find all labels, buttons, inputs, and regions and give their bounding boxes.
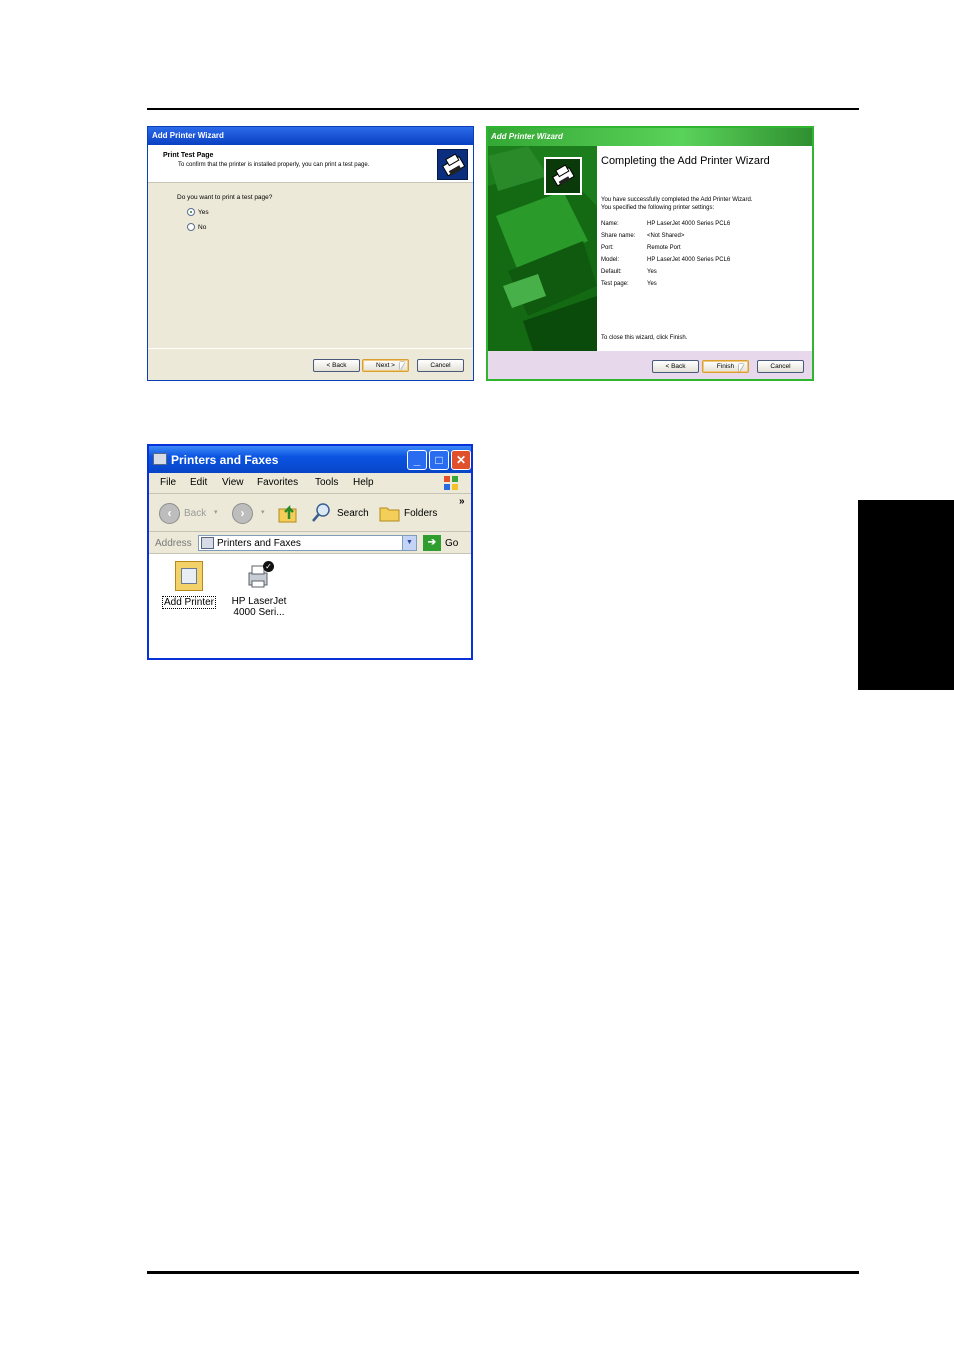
radio-no[interactable]: No: [187, 223, 206, 231]
mouse-cursor-icon: [400, 362, 405, 370]
cancel-button[interactable]: Cancel: [417, 359, 464, 372]
setting-label: Share name:: [601, 233, 636, 239]
hp-laserjet-label-line1: HP LaserJet: [231, 596, 287, 607]
close-note: To close this wizard, click Finish.: [601, 335, 688, 341]
default-check-icon: ✓: [263, 561, 274, 572]
top-rule: [147, 108, 859, 110]
printer-icon: [153, 453, 167, 465]
address-label: Address: [155, 538, 192, 549]
add-printer-wizard-complete: Add Printer Wizard Completing the Add Pr…: [486, 126, 814, 381]
address-bar: Address Printers and Faxes ▼ ➔ Go: [149, 532, 471, 554]
menu-favorites[interactable]: Favorites: [257, 477, 298, 488]
menu-bar: File Edit View Favorites Tools Help: [149, 473, 471, 494]
completion-heading: Completing the Add Printer Wizard: [601, 155, 770, 167]
file-view[interactable]: Add Printer ✓ HP LaserJet 4000 Seri...: [149, 555, 471, 658]
back-button[interactable]: < Back: [652, 360, 699, 373]
hp-laserjet-item[interactable]: ✓ HP LaserJet 4000 Seri...: [227, 561, 291, 618]
setting-label: Default:: [601, 269, 622, 275]
mouse-cursor-icon: [739, 364, 744, 372]
menu-tools[interactable]: Tools: [315, 477, 338, 488]
test-page-question: Do you want to print a test page?: [177, 194, 273, 201]
add-printer-icon: [175, 561, 203, 591]
setting-value: HP LaserJet 4000 Series PCL6: [647, 221, 731, 227]
folders-button-label[interactable]: Folders: [404, 508, 437, 519]
setting-value: Yes: [647, 281, 657, 287]
chevron-down-icon[interactable]: ▼: [402, 536, 416, 550]
bottom-rule: [147, 1271, 859, 1274]
button-divider: [148, 348, 473, 349]
setting-label: Name:: [601, 221, 619, 227]
setting-value: Yes: [647, 269, 657, 275]
intro-line-2: You specified the following printer sett…: [601, 205, 715, 211]
address-input[interactable]: Printers and Faxes ▼: [198, 535, 417, 551]
setting-value: Remote Port: [647, 245, 681, 251]
add-printer-item[interactable]: Add Printer: [160, 561, 218, 609]
up-folder-icon[interactable]: [277, 502, 299, 524]
back-button[interactable]: < Back: [313, 359, 360, 372]
forward-arrow-icon[interactable]: ›: [232, 503, 253, 524]
wizard-side-graphic: [488, 146, 597, 351]
radio-yes-indicator[interactable]: [187, 208, 195, 216]
intro-line-1: You have successfully completed the Add …: [601, 197, 753, 203]
radio-yes-label: Yes: [198, 208, 209, 216]
window-title[interactable]: Add Printer Wizard: [148, 127, 473, 145]
wizard-header: Print Test Page To confirm that the prin…: [148, 145, 473, 183]
go-button-label[interactable]: Go: [445, 538, 458, 549]
window-titlebar[interactable]: Printers and Faxes _ □ ✕: [149, 446, 471, 473]
radio-yes[interactable]: Yes: [187, 208, 209, 216]
wizard-content: Completing the Add Printer Wizard You ha…: [597, 146, 812, 351]
hp-laserjet-label-line2: 4000 Seri...: [233, 607, 285, 618]
maximize-icon[interactable]: □: [429, 450, 449, 470]
toolbar-overflow-chevron[interactable]: »: [459, 496, 465, 507]
radio-no-label: No: [198, 223, 207, 231]
standard-toolbar: ‹ Back ▾ › ▾ Search Folders »: [149, 494, 471, 532]
folders-icon[interactable]: [379, 503, 401, 523]
search-icon[interactable]: [310, 502, 332, 524]
minimize-icon[interactable]: _: [407, 450, 427, 470]
setting-value: HP LaserJet 4000 Series PCL6: [647, 257, 731, 263]
printer-icon: [201, 537, 214, 549]
forward-dropdown-icon[interactable]: ▾: [261, 508, 265, 516]
setting-value: <Not Shared>: [647, 233, 685, 239]
printer-icon: ✓: [244, 561, 274, 591]
setting-label: Port:: [601, 245, 614, 251]
back-button-label[interactable]: Back: [184, 508, 206, 519]
address-value: Printers and Faxes: [217, 538, 301, 549]
go-arrow-icon[interactable]: ➔: [423, 535, 441, 551]
setting-label: Model:: [601, 257, 620, 263]
back-arrow-icon[interactable]: ‹: [159, 503, 180, 524]
windows-logo-icon: [443, 475, 459, 491]
printer-icon: [544, 157, 582, 195]
menu-edit[interactable]: Edit: [190, 477, 207, 488]
menu-help[interactable]: Help: [353, 477, 374, 488]
radio-no-indicator[interactable]: [187, 223, 195, 231]
chapter-side-tab: [858, 500, 954, 690]
search-button-label[interactable]: Search: [337, 508, 369, 519]
back-dropdown-icon[interactable]: ▾: [214, 508, 218, 516]
add-printer-wizard-test-page: Add Printer Wizard Print Test Page To co…: [147, 126, 474, 381]
setting-label: Test page:: [601, 281, 629, 287]
printer-icon: [437, 149, 468, 180]
close-icon[interactable]: ✕: [451, 450, 471, 470]
window-title: Printers and Faxes: [171, 453, 279, 467]
add-printer-label: Add Printer: [161, 596, 217, 609]
header-description: To confirm that the printer is installed…: [178, 162, 370, 168]
printers-and-faxes-window: Printers and Faxes _ □ ✕ File Edit View …: [147, 444, 473, 660]
header-title: Print Test Page: [163, 152, 214, 159]
menu-file[interactable]: File: [160, 477, 176, 488]
cancel-button[interactable]: Cancel: [757, 360, 804, 373]
window-title[interactable]: Add Printer Wizard: [488, 128, 812, 146]
menu-view[interactable]: View: [222, 477, 244, 488]
